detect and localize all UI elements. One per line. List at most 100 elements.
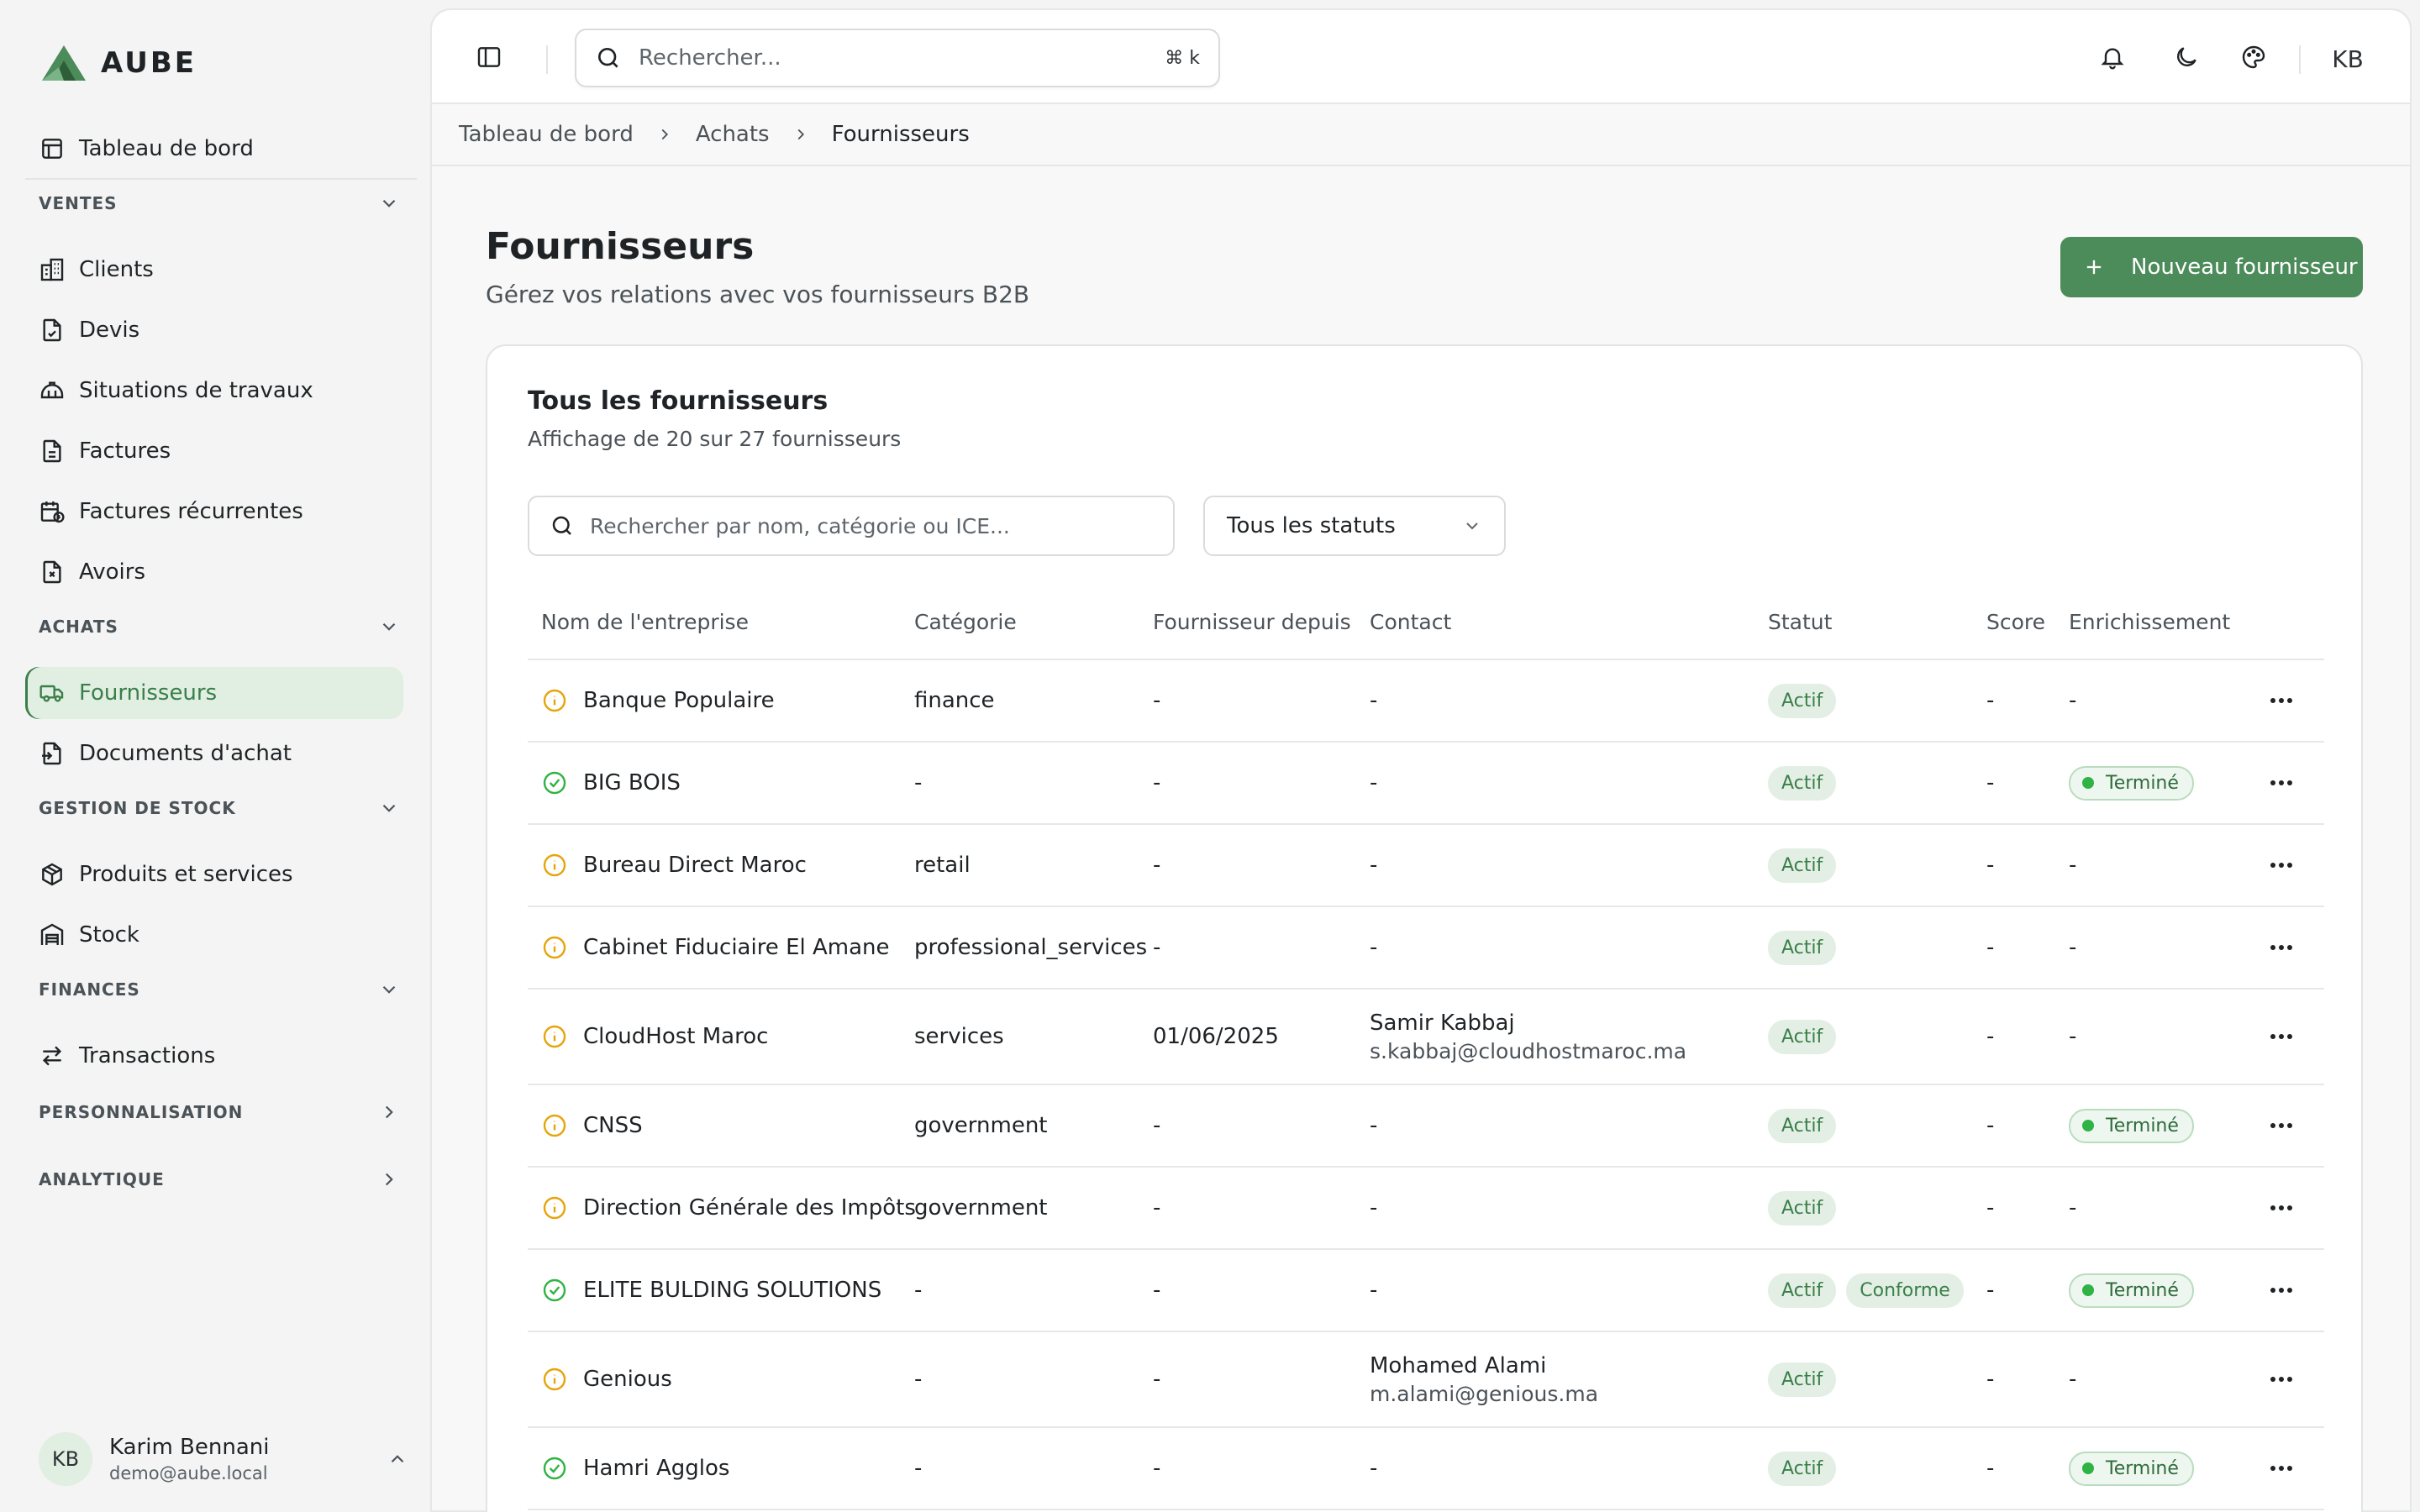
table-row[interactable]: BIG BOIS - - - Actif - Terminé [528, 743, 2324, 825]
supplier-name-cell[interactable]: Cabinet Fiduciaire El Amane [541, 907, 890, 988]
column-header-since[interactable]: Fournisseur depuis [1153, 585, 1351, 659]
sidebar-item-dashboard[interactable]: Tableau de bord [25, 123, 403, 175]
row-actions-button[interactable] [2269, 660, 2294, 741]
enrichment-label: Terminé [2106, 772, 2179, 794]
contact-email[interactable]: s.kabbaj@cloudhostmaroc.ma [1370, 1039, 1686, 1063]
info-circle-icon [543, 1196, 566, 1220]
section-finances[interactable]: FINANCES [39, 973, 400, 1006]
column-header-contact[interactable]: Contact [1370, 585, 1451, 659]
hard-hat-icon [40, 381, 64, 399]
table-row[interactable]: CloudHost Maroc services 01/06/2025 Samir K… [528, 990, 2324, 1085]
file-x-icon [43, 560, 61, 584]
breadcrumb-item[interactable]: Tableau de bord [459, 122, 634, 147]
section-analytique[interactable]: ANALYTIQUE [39, 1163, 400, 1196]
select-value: Tous les statuts [1227, 513, 1396, 538]
row-actions-button[interactable] [2269, 990, 2294, 1084]
since-cell: - [1153, 935, 1161, 960]
enrichment-cell: Terminé [2069, 1085, 2194, 1166]
column-header-enrichment[interactable]: Enrichissement [2069, 585, 2230, 659]
global-search-input[interactable]: Rechercher... ⌘ k [575, 29, 1220, 87]
row-actions-button[interactable] [2269, 1332, 2294, 1426]
supplier-name-cell[interactable]: CloudHost Maroc [541, 990, 768, 1084]
palette-button[interactable] [2230, 34, 2277, 81]
more-horizontal-icon [2270, 863, 2292, 868]
sidebar-item-situations[interactable]: Situations de travaux [25, 365, 403, 417]
status-filter-select[interactable]: Tous les statuts [1203, 496, 1506, 556]
divider [25, 178, 417, 180]
sidebar-item-avoirs[interactable]: Avoirs [25, 546, 403, 598]
table-row[interactable]: Cabinet Fiduciaire El Amane professional_… [528, 907, 2324, 990]
section-stock[interactable]: GESTION DE STOCK [39, 791, 400, 825]
sidebar-item-factures[interactable]: Factures [25, 425, 403, 477]
user-menu[interactable]: KB Karim Bennani demo@aube.local [39, 1430, 408, 1488]
row-actions-button[interactable] [2269, 907, 2294, 988]
sidebar-item-devis[interactable]: Devis [25, 304, 403, 356]
status-dot [2082, 777, 2094, 789]
user-avatar-button[interactable]: KB [2323, 34, 2373, 84]
row-actions-button[interactable] [2269, 1085, 2294, 1166]
column-header-name[interactable]: Nom de l'entreprise [541, 585, 749, 659]
table-row[interactable]: Direction Générale des Impôts government -… [528, 1168, 2324, 1250]
chevron-down-icon [382, 985, 396, 994]
supplier-name-cell[interactable]: Hamri Agglos [541, 1428, 729, 1509]
score-cell: - [1986, 770, 1995, 795]
contact-name: Samir Kabbaj [1370, 1010, 1515, 1036]
sidebar-item-fournisseurs[interactable]: Fournisseurs [25, 667, 403, 719]
supplier-name-cell[interactable]: Banque Populaire [541, 660, 775, 741]
sidebar-item-stock[interactable]: Stock [25, 909, 403, 961]
status-badge: Actif [1768, 930, 1837, 965]
supplier-name-cell[interactable]: BIG BOIS [541, 743, 681, 823]
section-ventes[interactable]: VENTES [39, 186, 400, 220]
row-actions-button[interactable] [2269, 825, 2294, 906]
enrichment-value: - [2069, 1195, 2077, 1221]
table-row[interactable]: Genious - - Mohamed Alami m.alami@genious.ma… [528, 1332, 2324, 1428]
sidebar-item-factures-recurrentes[interactable]: Factures récurrentes [25, 486, 403, 538]
new-supplier-button[interactable]: Nouveau fournisseur [2060, 237, 2363, 297]
status-cell: Actif [1768, 1428, 1837, 1509]
supplier-name-cell[interactable]: Genious [541, 1332, 672, 1426]
row-actions-button[interactable] [2269, 1428, 2294, 1509]
table-row[interactable]: ELITE BULDING SOLUTIONS - - - Actif Conforme -… [528, 1250, 2324, 1332]
score-cell: - [1986, 1278, 1995, 1303]
sidebar-item-produits[interactable]: Produits et services [25, 848, 403, 900]
supplier-name-cell[interactable]: CNSS [541, 1085, 643, 1166]
category-cell: professional_services [914, 935, 1148, 960]
notifications-button[interactable] [2089, 34, 2136, 81]
table-row[interactable]: CNSS government - - Actif - Terminé [528, 1085, 2324, 1168]
row-actions-button[interactable] [2269, 743, 2294, 823]
supplier-name: Cabinet Fiduciaire El Amane [583, 935, 890, 960]
row-actions-button[interactable] [2269, 1250, 2294, 1331]
sidebar: AUBE Tableau de bord VENTES Clients Devi… [13, 13, 418, 1512]
sidebar-item-transactions[interactable]: Transactions [25, 1030, 403, 1082]
supplier-search-input[interactable]: Rechercher par nom, catégorie ou ICE... [528, 496, 1175, 556]
file-input-icon [42, 742, 61, 765]
supplier-name-cell[interactable]: ELITE BULDING SOLUTIONS [541, 1250, 881, 1331]
supplier-name-cell[interactable]: Direction Générale des Impôts [541, 1168, 916, 1248]
section-personnalisation[interactable]: PERSONNALISATION [39, 1095, 400, 1129]
contact-email[interactable]: m.alami@genious.ma [1370, 1382, 1598, 1406]
column-header-score[interactable]: Score [1986, 585, 2045, 659]
score-cell: - [1986, 853, 1995, 878]
column-header-category[interactable]: Catégorie [914, 585, 1017, 659]
table-row[interactable]: Hamri Agglos - - - Actif - Terminé [528, 1428, 2324, 1510]
breadcrumb: Tableau de bord Achats Fournisseurs [432, 104, 2410, 166]
category-cell: services [914, 1024, 1004, 1049]
theme-toggle-button[interactable] [2163, 34, 2210, 81]
row-actions-button[interactable] [2269, 1168, 2294, 1248]
enrichment-badge: Terminé [2069, 765, 2194, 801]
table-row[interactable]: Bureau Direct Maroc retail - - Actif - - [528, 825, 2324, 907]
breadcrumb-item[interactable]: Achats [696, 122, 770, 147]
toggle-sidebar-button[interactable] [466, 34, 513, 81]
sidebar-item-documents-achat[interactable]: Documents d'achat [25, 727, 403, 780]
sidebar-item-clients[interactable]: Clients [25, 244, 403, 296]
supplier-name: Bureau Direct Maroc [583, 853, 807, 878]
sidebar-toggle-icon [477, 47, 501, 67]
enrichment-label: Terminé [2106, 1115, 2179, 1137]
app-logo[interactable]: AUBE [39, 42, 197, 84]
section-achats[interactable]: ACHATS [39, 610, 400, 643]
contact-name: - [1370, 1195, 1378, 1221]
supplier-name-cell[interactable]: Bureau Direct Maroc [541, 825, 807, 906]
table-row[interactable]: Banque Populaire finance - - Actif - - [528, 660, 2324, 743]
status-cell: Actif [1768, 825, 1837, 906]
column-header-status[interactable]: Statut [1768, 585, 1832, 659]
